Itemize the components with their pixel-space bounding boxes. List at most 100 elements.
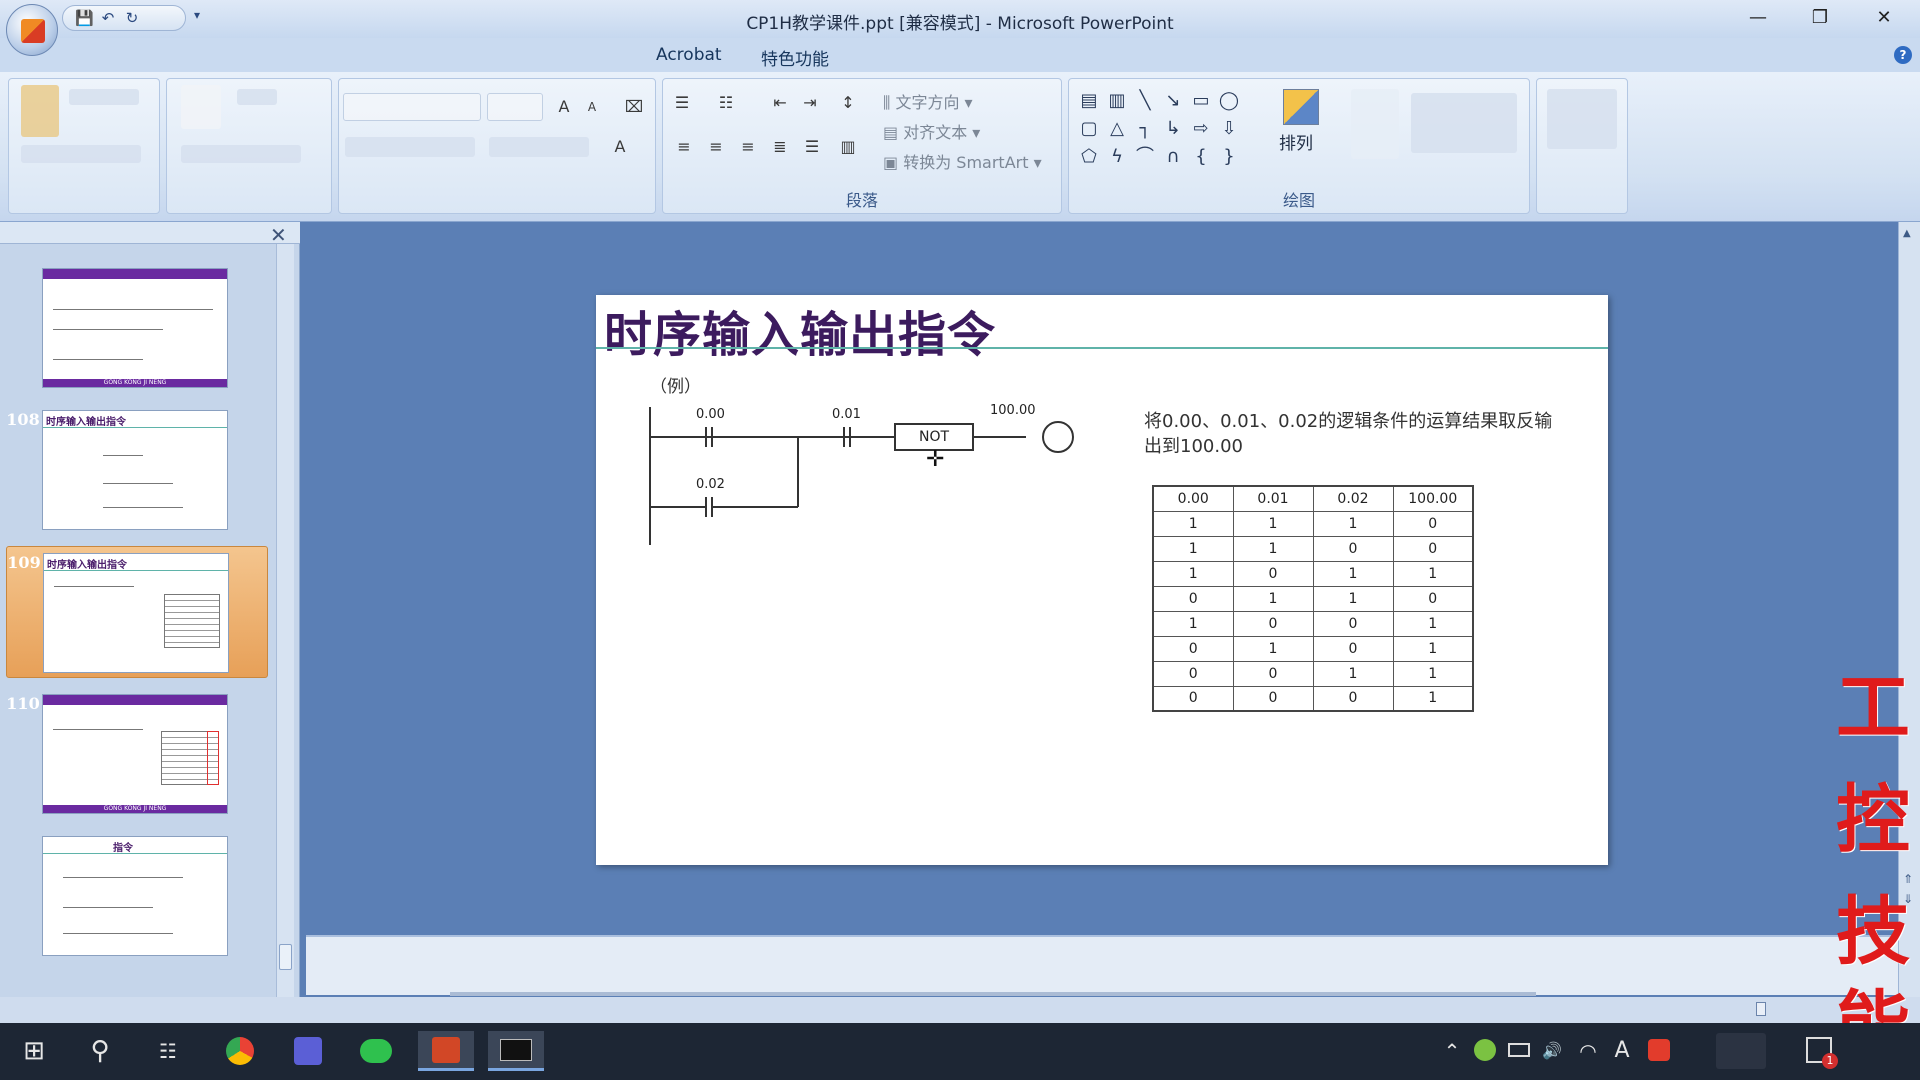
new-slide-icon[interactable] <box>181 85 221 129</box>
table-cell: 0 <box>1232 685 1314 712</box>
shapes-gallery[interactable]: ▤ ▥ ╲ ↘ ▭ ◯ ▢ △ ┐ ↳ ⇨ ⇩ ⬠ ϟ ⌒ ∩ { } <box>1077 89 1253 179</box>
columns-icon[interactable]: ▥ <box>835 135 861 159</box>
line-spacing-icon[interactable]: ↕ <box>835 91 861 115</box>
minimize-button[interactable]: — <box>1730 2 1786 34</box>
slide-canvas[interactable]: 时序输入输出指令 （例） 0.00 0.01 0.02 NOT 100.00 ✛ <box>596 295 1608 865</box>
slide-thumbnail[interactable]: GONG KONG JI NENG <box>6 262 268 394</box>
font-family-select[interactable] <box>343 93 481 121</box>
convert-smartart-button[interactable]: ▣ 转换为 SmartArt ▾ <box>883 149 1042 173</box>
panel-scrollbar[interactable] <box>276 244 294 997</box>
text-direction-button[interactable]: ⫼ 文字方向 ▾ <box>883 89 973 113</box>
right-brace-shape-icon[interactable]: } <box>1217 145 1241 169</box>
elbow-arrow-shape-icon[interactable]: ↳ <box>1161 117 1185 141</box>
arrange-button[interactable]: 排列 <box>1275 87 1327 177</box>
thumbnail-title: 时序输入输出指令 <box>46 417 126 428</box>
arc-shape-icon[interactable]: ⌒ <box>1133 145 1157 169</box>
grow-font-icon[interactable]: A <box>551 95 577 119</box>
slide-thumbnail-image: 时序输入输出指令 <box>43 553 229 673</box>
table-cell: 0 <box>1152 635 1234 662</box>
table-cell: 1 <box>1232 535 1314 562</box>
justify-icon[interactable]: ≣ <box>767 135 793 159</box>
font-color-icon[interactable]: A <box>607 135 633 159</box>
slide-title[interactable]: 时序输入输出指令 <box>604 295 996 365</box>
slide-thumbnail[interactable]: 108 时序输入输出指令 <box>6 404 268 536</box>
search-icon[interactable]: ⚲ <box>80 1037 120 1065</box>
table-row: 1011 <box>1152 560 1474 587</box>
video-app-icon[interactable] <box>488 1031 544 1071</box>
decrease-indent-icon[interactable]: ⇤ <box>767 91 793 115</box>
down-arrow-shape-icon[interactable]: ⇩ <box>1217 117 1241 141</box>
wifi-icon[interactable]: ◠ <box>1574 1037 1602 1065</box>
table-cell: 1 <box>1232 585 1314 612</box>
start-icon[interactable]: ⊞ <box>14 1037 54 1065</box>
triangle-shape-icon[interactable]: △ <box>1105 117 1129 141</box>
bullets-icon[interactable]: ☰ <box>669 91 695 115</box>
left-brace-shape-icon[interactable]: { <box>1189 145 1213 169</box>
rectangle-shape-icon[interactable]: ▭ <box>1189 89 1213 113</box>
elbow-connector-shape-icon[interactable]: ┐ <box>1133 117 1157 141</box>
line-shape-icon[interactable]: ╲ <box>1133 89 1157 113</box>
powerpoint-app-icon[interactable] <box>418 1031 474 1071</box>
restore-button[interactable]: ❐ <box>1792 2 1848 34</box>
panel-scroll-thumb[interactable] <box>279 944 292 970</box>
tray-chevron-icon[interactable]: ⌃ <box>1440 1037 1464 1065</box>
table-cell: 1 <box>1232 635 1314 662</box>
instruction-description: 将0.00、0.01、0.02的逻辑条件的运算结果取反输出到100.00 <box>1144 411 1553 457</box>
table-cell: 0 <box>1152 660 1234 687</box>
align-center-icon[interactable]: ≡ <box>703 135 729 159</box>
slide-thumbnail[interactable]: 指令 <box>6 830 268 962</box>
truth-table: 0.00 0.01 0.02 100.00 111011001011011010… <box>1152 485 1474 712</box>
close-button[interactable]: ✕ <box>1856 2 1912 34</box>
table-cell: 0 <box>1392 510 1474 537</box>
input-method-icon[interactable]: A <box>1608 1037 1636 1065</box>
lightning-shape-icon[interactable]: ϟ <box>1105 145 1129 169</box>
table-header-cell: 0.00 <box>1152 485 1234 512</box>
office-button[interactable] <box>6 4 58 56</box>
oval-shape-icon[interactable]: ◯ <box>1217 89 1241 113</box>
font-size-select[interactable] <box>487 93 543 121</box>
distributed-icon[interactable]: ☰ <box>799 135 825 159</box>
increase-indent-icon[interactable]: ⇥ <box>797 91 823 115</box>
align-right-icon[interactable]: ≡ <box>735 135 761 159</box>
slide-thumbnail[interactable]: 110 GONG KONG JI NENG <box>6 688 268 820</box>
help-icon[interactable]: ? <box>1894 46 1912 64</box>
shrink-font-icon[interactable]: A <box>579 95 605 119</box>
notification-icon[interactable]: 1 <box>1806 1037 1838 1069</box>
right-arrow-shape-icon[interactable]: ⇨ <box>1189 117 1213 141</box>
contact-label-002: 0.02 <box>696 477 725 492</box>
tab-special-features[interactable]: 特色功能 <box>761 45 829 70</box>
table-row: 0101 <box>1152 635 1474 662</box>
tab-acrobat[interactable]: Acrobat <box>656 45 722 65</box>
arrow-shape-icon[interactable]: ↘ <box>1161 89 1185 113</box>
battery-icon[interactable] <box>1508 1043 1530 1057</box>
slide-thumbnail-selected[interactable]: 109 时序输入输出指令 <box>6 546 268 678</box>
align-left-icon[interactable]: ≡ <box>671 135 697 159</box>
slide-thumbnail-image: GONG KONG JI NENG <box>42 268 228 388</box>
quick-styles-icon[interactable] <box>1351 89 1399 159</box>
curve-shape-icon[interactable]: ∩ <box>1161 145 1185 169</box>
title-bar: 💾 ↶ ↻ ▾ CP1H教学课件.ppt [兼容模式] - Microsoft … <box>0 0 1920 56</box>
clear-format-icon[interactable]: ⌧ <box>621 95 647 119</box>
table-cell: 1 <box>1152 510 1234 537</box>
freeform-shape-icon[interactable]: ⬠ <box>1077 145 1101 169</box>
clock-area[interactable] <box>1716 1033 1766 1069</box>
horizontal-scrollbar[interactable] <box>450 992 1536 996</box>
scroll-up-icon[interactable]: ▲ <box>1903 228 1911 239</box>
volume-icon[interactable]: 🔊 <box>1538 1037 1566 1065</box>
paste-icon[interactable] <box>21 85 59 137</box>
numbering-icon[interactable]: ☷ <box>713 91 739 115</box>
tray-app-icon[interactable] <box>1474 1039 1496 1061</box>
textbox-shape-icon[interactable]: ▤ <box>1077 89 1101 113</box>
align-text-button[interactable]: ▤ 对齐文本 ▾ <box>883 119 980 143</box>
store-app-icon[interactable] <box>286 1031 330 1071</box>
wechat-app-icon[interactable] <box>354 1031 398 1071</box>
table-row: 1110 <box>1152 510 1474 537</box>
zoom-slider-thumb[interactable] <box>1756 1002 1766 1016</box>
sogou-icon[interactable] <box>1648 1039 1670 1061</box>
chrome-app-icon[interactable] <box>218 1031 262 1071</box>
drawing-group: ▤ ▥ ╲ ↘ ▭ ◯ ▢ △ ┐ ↳ ⇨ ⇩ ⬠ ϟ ⌒ ∩ { } 排列 绘… <box>1068 78 1530 214</box>
vertical-textbox-shape-icon[interactable]: ▥ <box>1105 89 1129 113</box>
notes-pane[interactable] <box>306 935 1898 995</box>
task-view-icon[interactable]: ☷ <box>148 1037 188 1065</box>
rounded-rect-shape-icon[interactable]: ▢ <box>1077 117 1101 141</box>
